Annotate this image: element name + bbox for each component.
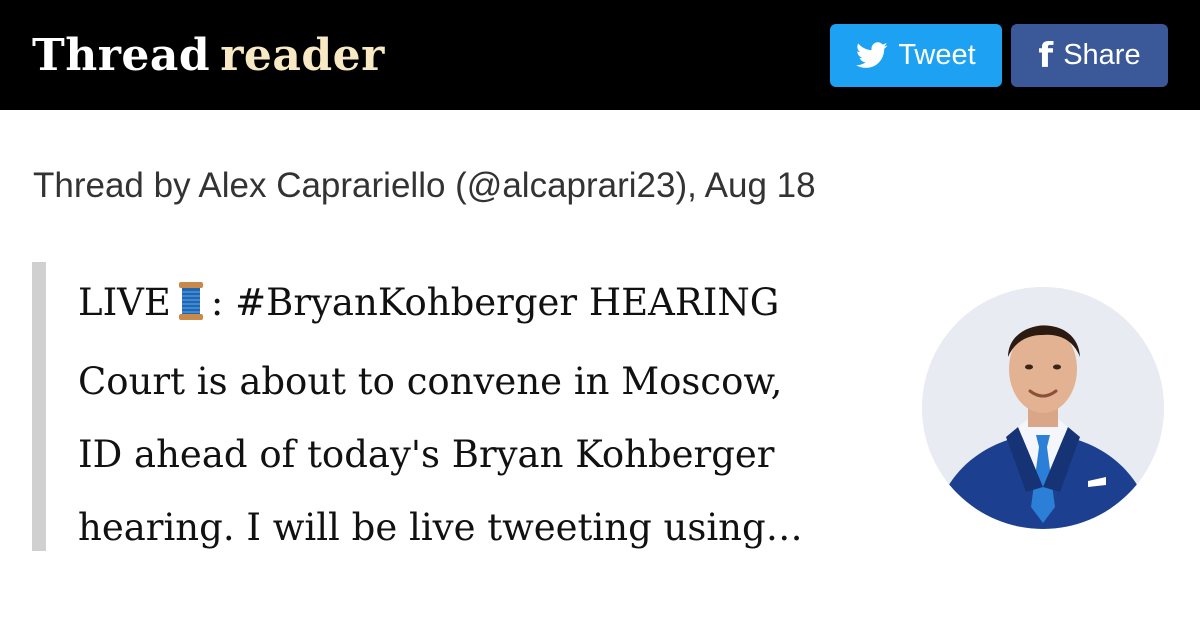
logo-reader-text: reader (220, 30, 385, 81)
thread-byline[interactable]: Thread by Alex Caprariello (@alcaprari23… (33, 166, 816, 206)
tweet-line-4: hearing. I will be live tweeting using… (78, 506, 803, 549)
logo-thread-text: Thread (32, 30, 211, 81)
tweet-button[interactable]: Tweet (830, 24, 1002, 87)
tweet-line-2: Court is about to convene in Moscow, (78, 360, 783, 403)
top-bar: Thread reader Tweet f Share (0, 0, 1200, 110)
tweet-button-label: Tweet (898, 39, 976, 71)
author-avatar-image (922, 287, 1164, 529)
tweet-line-1-rest: : #BryanKohberger HEARING (210, 281, 780, 324)
tweet-line-1: LIVE : #BryanKohberger HEARING (78, 266, 878, 345)
twitter-bird-icon (856, 42, 888, 69)
thread-spool-icon (173, 272, 209, 345)
tweet-excerpt[interactable]: LIVE : #BryanKohberger HEARING Court is … (78, 266, 878, 564)
threadreader-logo[interactable]: Thread reader (32, 30, 385, 82)
share-button-label: Share (1063, 39, 1141, 71)
author-avatar[interactable] (922, 287, 1164, 529)
tweet-line-1-prefix: LIVE (78, 281, 171, 324)
tweet-line-3: ID ahead of today's Bryan Kohberger (78, 433, 775, 476)
facebook-f-icon: f (1038, 35, 1054, 76)
quote-bar (32, 262, 46, 551)
share-button[interactable]: f Share (1011, 24, 1168, 87)
